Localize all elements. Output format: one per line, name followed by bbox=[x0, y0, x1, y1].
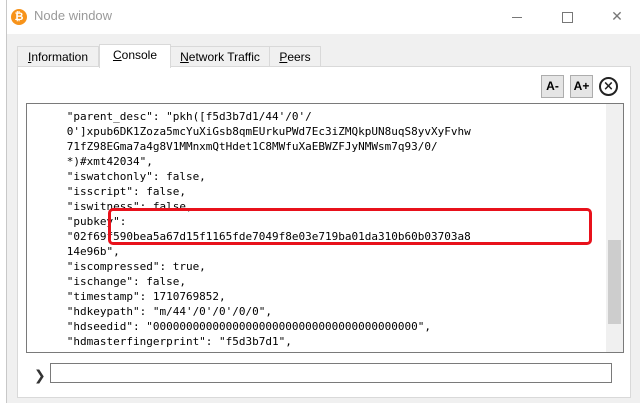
console-line: 14e96b", bbox=[27, 245, 120, 258]
console-line: 71fZ98EGma7a4g8V1MMnxmQtHdet1C8MWfuXaEBW… bbox=[27, 140, 438, 153]
clear-icon: × bbox=[603, 79, 614, 94]
close-icon: ✕ bbox=[611, 9, 623, 25]
maximize-button[interactable] bbox=[544, 0, 590, 34]
close-button[interactable]: ✕ bbox=[594, 0, 640, 34]
minimize-button[interactable] bbox=[494, 0, 540, 34]
window-client-area: Information Console Network Traffic Peer… bbox=[7, 34, 640, 403]
console-line: "hdkeypath": "m/44'/0'/0'/0/0", bbox=[27, 305, 273, 318]
tab-label: nformation bbox=[31, 50, 89, 64]
window-title: Node window bbox=[34, 8, 113, 23]
tab-hotkey: C bbox=[112, 48, 122, 62]
font-bigger-button[interactable]: A+ bbox=[570, 75, 593, 98]
scrollbar-thumb[interactable] bbox=[608, 240, 621, 324]
tab-label: eers bbox=[287, 50, 311, 64]
node-window: ₿ Node window ✕ Information Console Netw… bbox=[6, 0, 640, 403]
pubkey-highlight-annotation bbox=[108, 208, 592, 245]
tab-hotkey: N bbox=[180, 50, 189, 64]
console-line: "labels": [ bbox=[27, 349, 140, 352]
console-line: "iswatchonly": false, bbox=[27, 170, 206, 183]
tab-console[interactable]: Console bbox=[99, 44, 171, 68]
console-scrollbar[interactable] bbox=[606, 104, 623, 352]
title-bar[interactable]: ₿ Node window ✕ bbox=[7, 0, 640, 34]
console-command-input[interactable] bbox=[50, 363, 612, 383]
console-line: "ischange": false, bbox=[27, 275, 186, 288]
console-line: 0']xpub6DK1Zoza5mcYuXiGsb8qmEUrkuPWd7Ec3… bbox=[27, 125, 471, 138]
clear-console-button[interactable]: × bbox=[599, 77, 618, 96]
console-line: "iscompressed": true, bbox=[27, 260, 206, 273]
tab-network-traffic[interactable]: Network Traffic bbox=[169, 46, 271, 67]
tab-peers[interactable]: Peers bbox=[269, 46, 321, 67]
bitcoin-icon: ₿ bbox=[11, 9, 27, 25]
console-line: "hdseedid": "000000000000000000000000000… bbox=[27, 320, 431, 333]
console-line: "hdmasterfingerprint": "f5d3b7d1", bbox=[27, 335, 292, 348]
console-line: "timestamp": 1710769852, bbox=[27, 290, 226, 303]
console-line: "parent_desc": "pkh([f5d3b7d1/44'/0'/ bbox=[27, 110, 312, 123]
console-panel: A- A+ × "parent_desc": "pkh([f5d3b7d1/44… bbox=[17, 66, 631, 398]
tab-information[interactable]: Information bbox=[17, 46, 99, 67]
prompt-chevron-icon: ❯ bbox=[34, 368, 46, 384]
maximize-icon bbox=[561, 11, 573, 23]
console-line: "isscript": false, bbox=[27, 185, 186, 198]
font-smaller-button[interactable]: A- bbox=[541, 75, 564, 98]
minimize-icon bbox=[512, 16, 522, 18]
console-line: *)#xmt42034", bbox=[27, 155, 153, 168]
console-output[interactable]: "parent_desc": "pkh([f5d3b7d1/44'/0'/ 0'… bbox=[26, 103, 624, 353]
tab-label: etwork Traffic bbox=[188, 50, 260, 64]
tab-label: onsole bbox=[121, 48, 158, 62]
